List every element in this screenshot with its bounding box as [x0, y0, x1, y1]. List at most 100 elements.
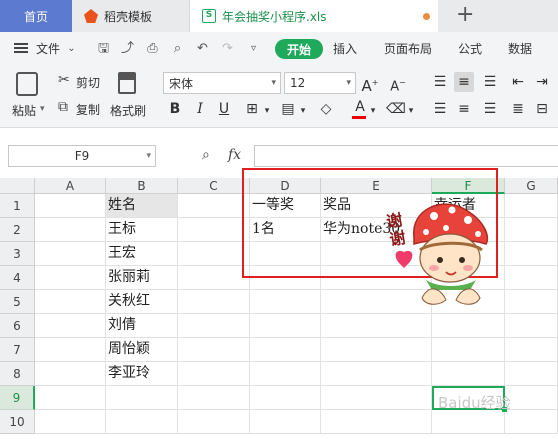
cell-b9[interactable] [106, 386, 178, 410]
column-header-a[interactable]: A [35, 178, 106, 194]
menu-formula[interactable]: 公式 [458, 40, 482, 57]
italic-button[interactable]: I [190, 99, 210, 119]
cell-c4[interactable] [178, 266, 250, 290]
cell-c2[interactable] [178, 218, 250, 242]
print-icon[interactable]: ⎙ [145, 41, 160, 56]
row-header-7[interactable]: 7 [0, 338, 35, 362]
cell-e6[interactable] [321, 314, 432, 338]
cell-b3[interactable]: 王宏 [106, 242, 178, 266]
cell-a8[interactable] [35, 362, 106, 386]
cell-a7[interactable] [35, 338, 106, 362]
cell-e9[interactable] [321, 386, 432, 410]
menu-start[interactable]: 开始 [275, 39, 323, 59]
cell-c1[interactable] [178, 194, 250, 218]
row-header-3[interactable]: 3 [0, 242, 35, 266]
cell-e7[interactable] [321, 338, 432, 362]
cell-g10[interactable] [505, 410, 558, 434]
cell-g4[interactable] [505, 266, 558, 290]
align-left-icon[interactable]: ☰ [430, 99, 450, 119]
menu-data[interactable]: 数据 [508, 40, 532, 57]
cell-d5[interactable] [250, 290, 321, 314]
fx-icon[interactable]: fx [228, 147, 241, 163]
cell-a1[interactable] [35, 194, 106, 218]
copy-icon[interactable]: ⧉ [58, 99, 68, 115]
tab-spreadsheet-file[interactable]: S 年会抽奖小程序.xls [190, 0, 438, 32]
cell-a6[interactable] [35, 314, 106, 338]
cell-d6[interactable] [250, 314, 321, 338]
cell-d9[interactable] [250, 386, 321, 410]
row-header-4[interactable]: 4 [0, 266, 35, 290]
cell-c8[interactable] [178, 362, 250, 386]
chevron-down-icon[interactable]: ▾ [298, 101, 308, 121]
chevron-down-icon[interactable]: ▾ [262, 101, 272, 121]
distributed-align-icon[interactable]: ⊟ [532, 99, 552, 119]
cell-a5[interactable] [35, 290, 106, 314]
decrease-indent-icon[interactable]: ⇤ [508, 72, 528, 92]
quick-access-more-icon[interactable]: ▿ [246, 41, 261, 56]
paste-dropdown-icon[interactable]: ▾ [40, 104, 45, 114]
row-header-2[interactable]: 2 [0, 218, 35, 242]
cell-e10[interactable] [321, 410, 432, 434]
tab-home[interactable]: 首页 [0, 0, 72, 32]
cell-f10[interactable] [432, 410, 505, 434]
column-header-c[interactable]: C [178, 178, 250, 194]
menu-insert[interactable]: 插入 [333, 40, 357, 57]
cell-g2[interactable] [505, 218, 558, 242]
align-top-icon[interactable]: ☰ [430, 72, 450, 92]
undo-icon[interactable]: ↶ [195, 41, 210, 56]
menu-page-layout[interactable]: 页面布局 [384, 40, 432, 57]
border-icon[interactable]: ⊞ [242, 99, 262, 119]
export-icon[interactable]: ⤴ [120, 41, 135, 56]
new-tab-icon[interactable]: + [456, 2, 474, 27]
justify-icon[interactable]: ≣ [508, 99, 528, 119]
redo-icon[interactable]: ↷ [220, 41, 235, 56]
row-header-9[interactable]: 9 [0, 386, 35, 410]
cell-d7[interactable] [250, 338, 321, 362]
scissors-icon[interactable]: ✂ [58, 72, 70, 88]
cell-g9[interactable] [505, 386, 558, 410]
row-header-5[interactable]: 5 [0, 290, 35, 314]
cell-f6[interactable] [432, 314, 505, 338]
menu-hamburger-icon[interactable] [14, 43, 28, 53]
cell-b1[interactable]: 姓名 [106, 194, 178, 218]
font-name-select[interactable]: 宋体 ▾ [163, 72, 281, 94]
select-all-corner[interactable] [0, 178, 35, 194]
cell-g1[interactable] [505, 194, 558, 218]
cell-f7[interactable] [432, 338, 505, 362]
align-middle-icon[interactable]: ≡ [454, 72, 474, 92]
cell-a9[interactable] [35, 386, 106, 410]
cell-b5[interactable]: 关秋红 [106, 290, 178, 314]
cell-c5[interactable] [178, 290, 250, 314]
menu-file[interactable]: 文件 [36, 40, 60, 57]
cell-g6[interactable] [505, 314, 558, 338]
chevron-down-icon[interactable]: ▾ [368, 101, 378, 121]
cell-b4[interactable]: 张丽莉 [106, 266, 178, 290]
column-header-g[interactable]: G [505, 178, 558, 194]
decrease-font-icon[interactable]: A− [388, 73, 408, 94]
copy-button[interactable]: 复制 [76, 101, 100, 118]
cell-d8[interactable] [250, 362, 321, 386]
increase-indent-icon[interactable]: ⇥ [532, 72, 552, 92]
print-preview-icon[interactable]: ⌕ [170, 41, 185, 56]
cell-b7[interactable]: 周怡颖 [106, 338, 178, 362]
font-color-button[interactable]: A [350, 97, 370, 117]
cell-b10[interactable] [106, 410, 178, 434]
paste-icon[interactable] [16, 72, 38, 96]
save-icon[interactable]: 🖫 [96, 41, 111, 56]
cell-g3[interactable] [505, 242, 558, 266]
cell-b8[interactable]: 李亚玲 [106, 362, 178, 386]
align-center-icon[interactable]: ≡ [454, 99, 474, 119]
cell-c9[interactable] [178, 386, 250, 410]
row-header-6[interactable]: 6 [0, 314, 35, 338]
row-header-8[interactable]: 8 [0, 362, 35, 386]
align-bottom-icon[interactable]: ☰ [480, 72, 500, 92]
cell-c3[interactable] [178, 242, 250, 266]
cell-g7[interactable] [505, 338, 558, 362]
chevron-down-icon[interactable]: ▾ [406, 101, 416, 121]
cell-g5[interactable] [505, 290, 558, 314]
bold-button[interactable]: B [165, 99, 185, 119]
fill-pattern-icon[interactable]: ▤ [278, 99, 298, 119]
cell-b6[interactable]: 刘倩 [106, 314, 178, 338]
cell-a4[interactable] [35, 266, 106, 290]
cell-f8[interactable] [432, 362, 505, 386]
